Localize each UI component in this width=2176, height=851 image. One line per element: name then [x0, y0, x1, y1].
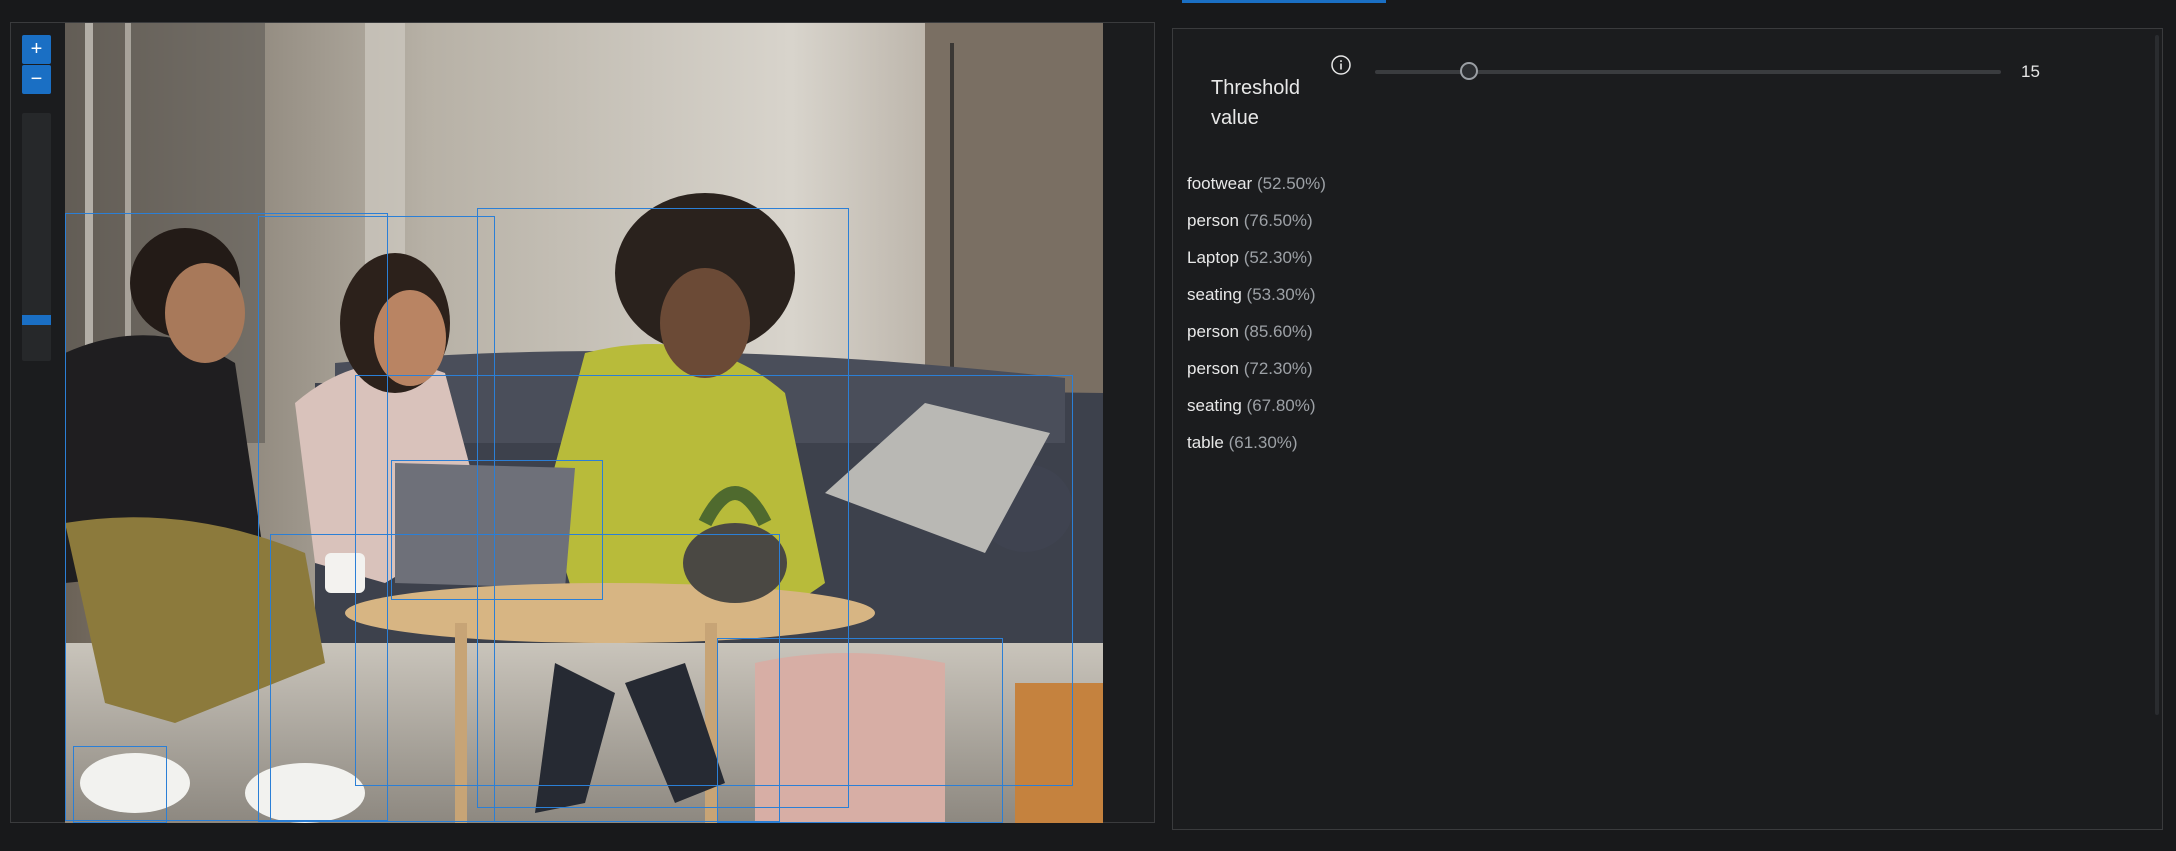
- detection-confidence: (53.30%): [1246, 285, 1316, 304]
- detection-item[interactable]: footwear (52.50%): [1187, 165, 1326, 202]
- zoom-slider[interactable]: [22, 113, 51, 361]
- detection-confidence: (85.60%): [1243, 322, 1313, 341]
- detection-confidence: (61.30%): [1228, 433, 1298, 452]
- detection-label: footwear: [1187, 174, 1257, 193]
- detection-label: person: [1187, 359, 1244, 378]
- detection-label: seating: [1187, 396, 1247, 415]
- detection-item[interactable]: seating (67.80%): [1187, 387, 1326, 424]
- detection-confidence: (72.30%): [1243, 359, 1313, 378]
- image-viewer: + −: [10, 22, 1155, 823]
- detection-item[interactable]: table (61.30%): [1187, 424, 1326, 461]
- zoom-in-button[interactable]: +: [22, 35, 51, 64]
- detection-confidence: (67.80%): [1246, 396, 1316, 415]
- zoom-slider-thumb[interactable]: [22, 315, 51, 326]
- detection-item[interactable]: person (72.30%): [1187, 350, 1326, 387]
- detection-label: person: [1187, 322, 1244, 341]
- detection-label: person: [1187, 211, 1244, 230]
- threshold-slider-thumb[interactable]: [1459, 62, 1478, 80]
- zoom-out-button[interactable]: −: [22, 65, 51, 94]
- detection-label: seating: [1187, 285, 1247, 304]
- detection-item[interactable]: person (85.60%): [1187, 313, 1326, 350]
- threshold-value: 15: [2021, 62, 2040, 81]
- detection-label: table: [1187, 433, 1229, 452]
- detection-item[interactable]: person (76.50%): [1187, 202, 1326, 239]
- analyzed-photo: [65, 23, 1103, 823]
- detection-label: Laptop: [1187, 248, 1244, 267]
- results-panel: Threshold value 15 footwear (52.50%) pers…: [1172, 28, 2163, 830]
- threshold-label: Threshold value: [1211, 77, 1300, 129]
- detection-confidence: (52.30%): [1243, 248, 1313, 267]
- active-tab-indicator: [1182, 0, 1386, 3]
- detection-list: footwear (52.50%) person (76.50%) Laptop (…: [1187, 165, 1326, 461]
- detection-item[interactable]: Laptop (52.30%): [1187, 239, 1326, 276]
- detection-confidence: (52.50%): [1256, 174, 1326, 193]
- info-icon[interactable]: [1331, 55, 1351, 75]
- detection-item[interactable]: seating (53.30%): [1187, 276, 1326, 313]
- detection-confidence: (76.50%): [1243, 211, 1313, 230]
- scrollbar[interactable]: [2155, 35, 2159, 715]
- office-meeting-photo: [65, 23, 1103, 823]
